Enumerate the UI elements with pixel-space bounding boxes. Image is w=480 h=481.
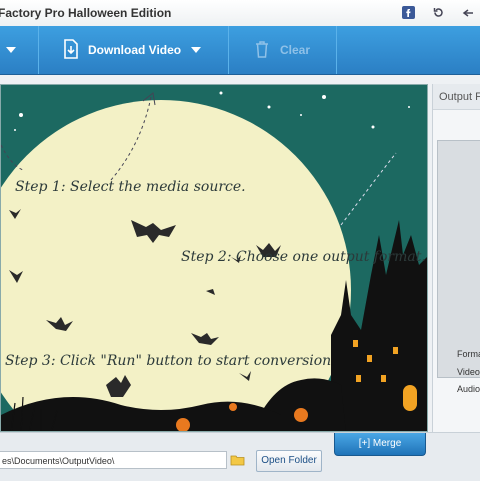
open-folder-button[interactable]: Open Folder [256,450,322,472]
step-2-instruction: Step 2: Choose one output format. [181,249,426,265]
merge-button[interactable]: [+] Merge [334,433,426,456]
clear-label: Clear [280,43,311,57]
toolbar-divider [336,26,337,74]
step-1-instruction: Step 1: Select the media source. [15,179,246,195]
download-icon [62,38,80,62]
refresh-icon[interactable] [428,3,448,21]
audio-label: Audio [457,384,480,394]
chevron-down-icon [191,47,202,53]
format-label: Format [457,349,480,359]
trash-icon [254,40,270,61]
folder-icon [230,455,244,466]
download-video-button[interactable]: Download Video [62,26,202,74]
output-format-preview[interactable] [437,140,480,378]
title-bar: Factory Pro Halloween Edition [0,0,480,27]
bottom-bar: [+] Merge es\Documents\OutputVideo\ Open… [0,432,480,481]
facebook-icon[interactable] [398,3,418,21]
download-video-label: Download Video [88,43,182,57]
toolbar-divider [228,26,229,74]
back-icon[interactable] [458,3,478,21]
clear-button[interactable]: Clear [254,26,310,74]
output-format-panel: Output F Format Video Audio [432,84,480,432]
video-label: Video [457,367,480,377]
output-format-header: Output F [433,84,480,110]
output-path-field[interactable]: es\Documents\OutputVideo\ [0,451,227,469]
chevron-down-icon [6,47,16,53]
halloween-welcome-panel[interactable]: Step 1: Select the media source. Step 2:… [0,84,428,432]
window-title: Factory Pro Halloween Edition [0,6,172,20]
browse-folder-button[interactable] [228,451,246,469]
step-3-instruction: Step 3: Click "Run" button to start conv… [5,353,332,369]
toolbar-divider [38,26,39,74]
add-files-dropdown-button[interactable] [0,26,16,74]
main-toolbar: Download Video Clear [0,26,480,75]
